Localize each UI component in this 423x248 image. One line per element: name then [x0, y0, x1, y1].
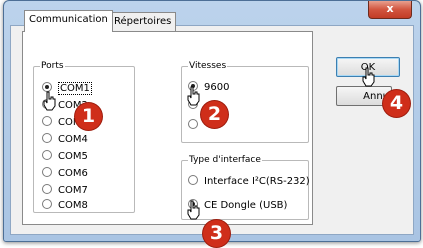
- radio-icon[interactable]: [42, 199, 52, 209]
- callout-badge-1: 1: [75, 103, 102, 130]
- port-label: COM7: [58, 185, 88, 196]
- hand-cursor-icon: [187, 86, 200, 106]
- port-option-com7[interactable]: COM7: [42, 184, 88, 197]
- port-option-com5[interactable]: COM5: [42, 150, 88, 163]
- radio-icon[interactable]: [188, 175, 198, 185]
- port-option-com8[interactable]: COM8: [42, 199, 88, 212]
- tab-panel-communication: Ports COM1 COM2 COM3 COM4 COM5 COM6 COM7…: [22, 31, 313, 225]
- port-label: COM4: [58, 134, 88, 145]
- interface-label: Interface I²C(RS-232): [204, 176, 310, 187]
- interface-label: CE Dongle (USB): [204, 200, 288, 211]
- hand-cursor-icon: [187, 200, 200, 220]
- tab-communication[interactable]: Communication: [24, 10, 113, 32]
- radio-icon[interactable]: [42, 184, 52, 194]
- port-option-com6[interactable]: COM6: [42, 167, 88, 180]
- port-label: COM6: [58, 168, 88, 179]
- ports-group-title: Ports: [40, 60, 65, 72]
- radio-icon[interactable]: [42, 167, 52, 177]
- interface-group-title: Type d'interface: [188, 154, 262, 166]
- tab-repertoires[interactable]: Répertoires: [109, 12, 177, 31]
- interface-option-usb[interactable]: CE Dongle (USB): [188, 199, 287, 212]
- hand-cursor-icon: [362, 67, 375, 87]
- port-label: COM1: [58, 82, 92, 95]
- interface-option-i2c[interactable]: Interface I²C(RS-232): [188, 175, 310, 188]
- port-label: COM8: [58, 200, 88, 211]
- callout-badge-3: 3: [203, 220, 230, 247]
- speeds-group-title: Vitesses: [188, 60, 228, 72]
- port-option-com4[interactable]: COM4: [42, 133, 88, 146]
- ports-group: Ports COM1 COM2 COM3 COM4 COM5 COM6 COM7…: [33, 60, 135, 213]
- radio-icon[interactable]: [42, 150, 52, 160]
- port-label: COM5: [58, 151, 88, 162]
- hand-cursor-icon: [43, 91, 56, 111]
- callout-badge-4: 4: [383, 90, 410, 117]
- close-button[interactable]: x: [368, 1, 412, 19]
- speed-option-hidden-2[interactable]: [188, 119, 204, 132]
- radio-icon[interactable]: [188, 119, 198, 129]
- radio-icon[interactable]: [42, 116, 52, 126]
- radio-icon[interactable]: [42, 133, 52, 143]
- callout-badge-2: 2: [201, 101, 228, 128]
- close-icon: x: [386, 2, 394, 15]
- speed-label: 9600: [204, 82, 230, 93]
